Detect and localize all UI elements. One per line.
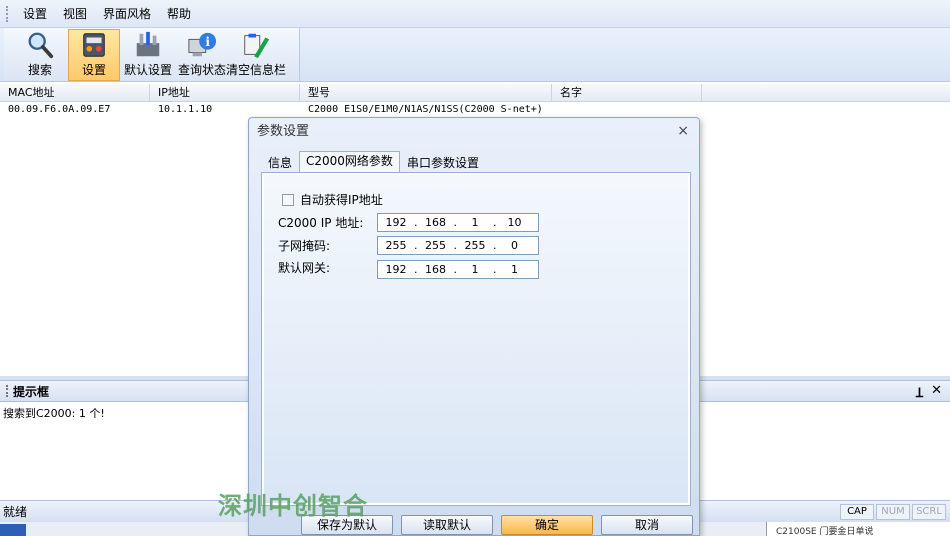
menu-grip[interactable] [6, 5, 9, 22]
taskbar-right-text: C2100SE 门要金日单说 [776, 527, 874, 536]
scrl-indicator: SCRL [912, 504, 946, 520]
tab-network[interactable]: C2000网络参数 [299, 151, 400, 172]
close-icon[interactable]: ✕ [931, 383, 942, 401]
query-status-icon: i [188, 32, 217, 57]
ip-octet-2[interactable]: 168 [418, 216, 454, 229]
dialog-close-icon[interactable]: × [677, 123, 689, 139]
cell-ip: 10.1.1.10 [158, 104, 213, 115]
cap-indicator: CAP [840, 504, 874, 520]
menu-bar: 设置 视图 界面风格 帮助 [0, 0, 950, 28]
settings-icon [83, 33, 105, 57]
mask-octet-1[interactable]: 255 [378, 239, 414, 252]
network-tab-content: 自动获得IP地址 C2000 IP 地址: 192. 168. 1. 10 子网… [264, 175, 688, 503]
auto-ip-row[interactable]: 自动获得IP地址 [282, 191, 383, 208]
toolbar-group: 搜索 设置 默认设置 i 查询状态 清空信息栏 [4, 28, 300, 81]
load-default-button[interactable]: 读取默认 [401, 515, 493, 535]
column-header-model[interactable]: 型号 [300, 84, 552, 102]
subnet-mask-label: 子网掩码: [278, 239, 331, 253]
query-status-button[interactable]: i 查询状态 [176, 29, 228, 81]
query-status-label: 查询状态 [177, 63, 226, 77]
ip-octet-3[interactable]: 1 [457, 216, 493, 229]
device-table-header: MAC地址 IP地址 型号 名字 [0, 84, 950, 102]
network-tab-panel: 自动获得IP地址 C2000 IP 地址: 192. 168. 1. 10 子网… [261, 172, 691, 506]
cell-model: C2000 E1S0/E1M0/N1AS/N1SS(C2000 S-net+) [308, 104, 543, 115]
gateway-octet-4[interactable]: 1 [497, 263, 533, 276]
svg-text:i: i [205, 35, 210, 49]
hint-panel-title: 提示框 [13, 384, 50, 399]
search-icon [28, 32, 54, 59]
pin-icon[interactable]: Ʇ [916, 383, 923, 401]
clear-info-icon [244, 33, 270, 59]
settings-button[interactable]: 设置 [68, 29, 120, 81]
table-row[interactable]: 00.09.F6.0A.09.E7 10.1.1.10 C2000 E1S0/E… [0, 102, 950, 118]
menu-view[interactable]: 视图 [55, 0, 95, 28]
gateway-label: 默认网关: [278, 261, 331, 275]
hint-panel-grip[interactable] [6, 385, 9, 397]
mask-octet-2[interactable]: 255 [418, 239, 454, 252]
default-settings-button[interactable]: 默认设置 [122, 29, 174, 81]
toolbar: 搜索 设置 默认设置 i 查询状态 清空信息栏 [0, 28, 950, 82]
menu-style[interactable]: 界面风格 [95, 0, 159, 28]
default-settings-icon [136, 31, 160, 57]
num-indicator: NUM [876, 504, 910, 520]
dialog-title[interactable]: 参数设置 [249, 118, 699, 146]
gateway-field[interactable]: 192. 168. 1. 1 [377, 260, 539, 279]
menu-settings[interactable]: 设置 [15, 0, 55, 28]
cell-mac: 00.09.F6.0A.09.E7 [8, 104, 111, 115]
clear-info-button[interactable]: 清空信息栏 [226, 29, 286, 81]
mask-octet-3[interactable]: 255 [457, 239, 493, 252]
dialog-tabs: 信息 C2000网络参数 串口参数设置 [261, 151, 486, 172]
watermark: 深圳中创智合 [218, 491, 368, 520]
ip-address-field[interactable]: 192. 168. 1. 10 [377, 213, 539, 232]
auto-ip-checkbox[interactable] [282, 193, 294, 206]
cancel-button[interactable]: 取消 [601, 515, 693, 535]
gateway-octet-3[interactable]: 1 [457, 263, 493, 276]
clear-info-label: 清空信息栏 [226, 63, 287, 77]
tab-serial[interactable]: 串口参数设置 [400, 153, 486, 172]
column-header-name[interactable]: 名字 [552, 84, 702, 102]
settings-button-label: 设置 [81, 63, 106, 77]
tab-info[interactable]: 信息 [261, 153, 299, 172]
column-header-mac[interactable]: MAC地址 [0, 84, 150, 102]
mask-octet-4[interactable]: 0 [497, 239, 533, 252]
ip-octet-1[interactable]: 192 [378, 216, 414, 229]
ip-address-label: C2000 IP 地址: [278, 216, 364, 230]
search-button[interactable]: 搜索 [14, 29, 66, 81]
auto-ip-label: 自动获得IP地址 [300, 193, 383, 207]
subnet-mask-field[interactable]: 255. 255. 255. 0 [377, 236, 539, 255]
ok-button[interactable]: 确定 [501, 515, 593, 535]
status-text: 就绪 [3, 505, 28, 519]
menu-help[interactable]: 帮助 [159, 0, 199, 28]
parameter-settings-dialog: 参数设置 × 信息 C2000网络参数 串口参数设置 自动获得IP地址 C200… [248, 117, 700, 536]
taskbar-start-area[interactable] [0, 524, 26, 536]
gateway-octet-2[interactable]: 168 [418, 263, 454, 276]
search-button-label: 搜索 [27, 63, 52, 77]
column-header-ip[interactable]: IP地址 [150, 84, 300, 102]
default-settings-label: 默认设置 [123, 63, 172, 77]
ip-octet-4[interactable]: 10 [497, 216, 533, 229]
gateway-octet-1[interactable]: 192 [378, 263, 414, 276]
